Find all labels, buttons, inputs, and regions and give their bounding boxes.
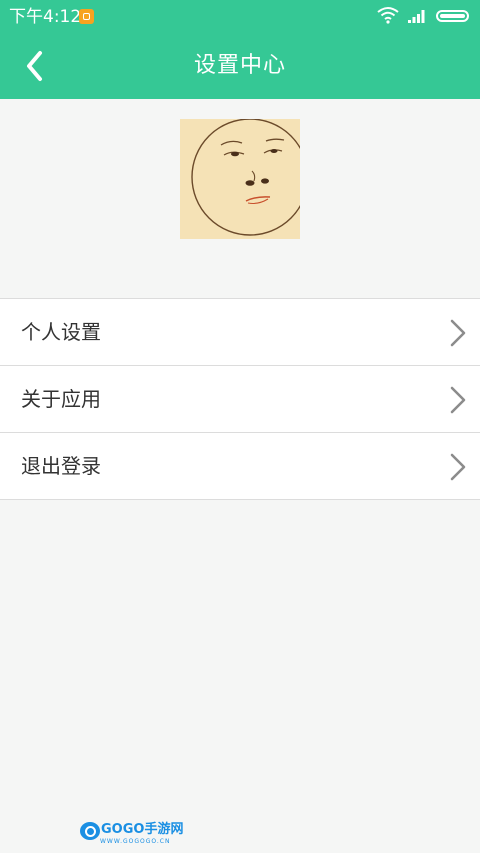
gogo-logo-icon bbox=[80, 822, 100, 840]
menu-item-logout[interactable]: 退出登录 bbox=[0, 433, 480, 500]
menu-item-about-app[interactable]: 关于应用 bbox=[0, 366, 480, 433]
logo-text: GOGO手游网 bbox=[101, 822, 184, 837]
status-time: 下午4:12 bbox=[9, 7, 82, 27]
settings-menu: 个人设置 关于应用 退出登录 bbox=[0, 298, 480, 500]
logo-subtext: WWW.GOGOGO.CN bbox=[100, 838, 171, 845]
menu-item-label: 个人设置 bbox=[21, 320, 101, 344]
app-header: 下午4:12 设置中心 bbox=[0, 0, 480, 99]
wifi-icon bbox=[377, 7, 399, 24]
menu-item-label: 退出登录 bbox=[21, 454, 101, 478]
face-sketch-avatar bbox=[180, 119, 300, 239]
chevron-right-icon bbox=[450, 319, 466, 347]
menu-item-personal-settings[interactable]: 个人设置 bbox=[0, 299, 480, 366]
notification-icon bbox=[79, 9, 94, 24]
signal-icon bbox=[408, 10, 425, 23]
status-bar: 下午4:12 bbox=[0, 0, 480, 34]
watermark-logo: GOGO手游网 WWW.GOGOGO.CN bbox=[80, 821, 183, 847]
page-title: 设置中心 bbox=[193, 53, 286, 78]
chevron-right-icon bbox=[450, 453, 466, 481]
battery-icon bbox=[436, 10, 469, 22]
chevron-right-icon bbox=[450, 386, 466, 414]
menu-item-label: 关于应用 bbox=[21, 387, 101, 411]
avatar[interactable] bbox=[180, 119, 300, 239]
